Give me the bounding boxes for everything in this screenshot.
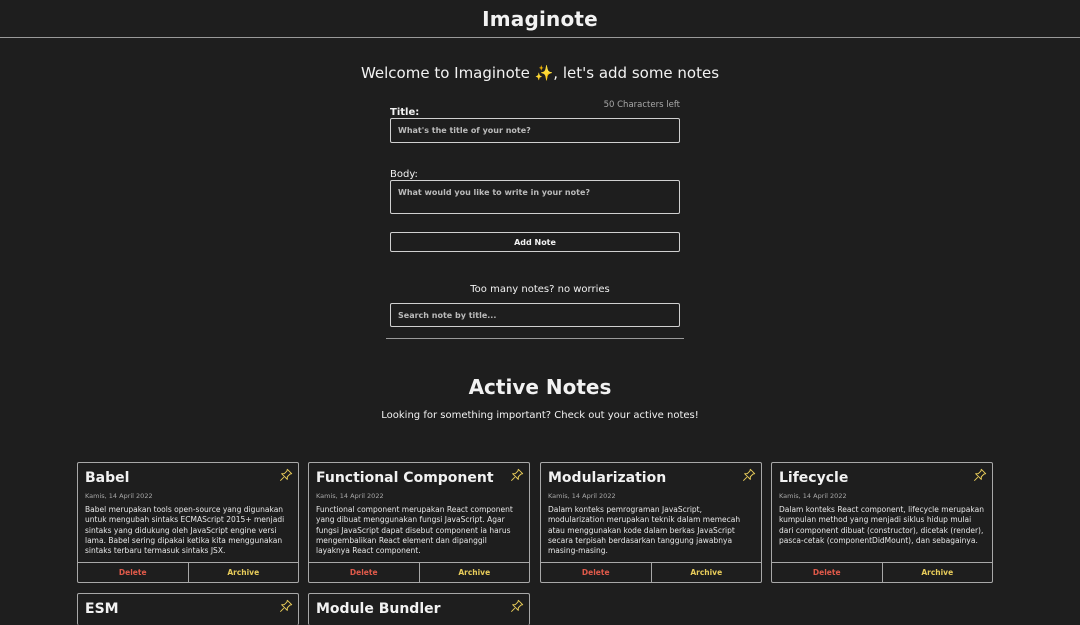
chars-left-counter: 50 Characters left — [603, 100, 680, 110]
note-card: Functional Component Kamis, 14 April 202… — [308, 462, 530, 583]
archive-button[interactable]: Archive — [652, 563, 762, 582]
note-actions: Delete Archive — [78, 562, 298, 582]
note-card: ESM — [77, 593, 299, 625]
note-actions: Delete Archive — [309, 562, 529, 582]
note-date: Kamis, 14 April 2022 — [548, 492, 616, 500]
note-actions: Delete Archive — [772, 562, 992, 582]
note-date: Kamis, 14 April 2022 — [85, 492, 153, 500]
note-body: Functional component merupakan React com… — [316, 505, 513, 556]
note-title-input[interactable] — [390, 118, 680, 143]
delete-button[interactable]: Delete — [541, 563, 652, 582]
welcome-text: Welcome to Imaginote ✨, let's add some n… — [360, 64, 720, 82]
body-label: Body: — [390, 169, 418, 180]
pin-icon[interactable] — [510, 468, 524, 482]
delete-button[interactable]: Delete — [772, 563, 883, 582]
pin-icon[interactable] — [279, 599, 293, 613]
body-label-row: Body: — [390, 162, 680, 181]
active-notes-subtitle: Looking for something important? Check o… — [381, 410, 699, 421]
note-date: Kamis, 14 April 2022 — [779, 492, 847, 500]
note-date: Kamis, 14 April 2022 — [316, 492, 384, 500]
pin-icon[interactable] — [510, 599, 524, 613]
delete-button[interactable]: Delete — [78, 563, 189, 582]
app-title: Imaginote — [482, 6, 598, 31]
pin-icon[interactable] — [973, 468, 987, 482]
section-divider — [386, 338, 684, 339]
note-title: Functional Component — [316, 470, 494, 486]
pin-icon[interactable] — [279, 468, 293, 482]
app-header: Imaginote — [0, 0, 1080, 38]
add-note-button[interactable]: Add Note — [390, 232, 680, 252]
note-title: Modularization — [548, 470, 667, 486]
delete-button[interactable]: Delete — [309, 563, 420, 582]
note-title: Babel — [85, 470, 130, 486]
title-label: Title: — [390, 107, 420, 118]
note-title: Module Bundler — [316, 601, 441, 617]
note-body: Dalam konteks React component, lifecycle… — [779, 505, 984, 545]
note-actions: Delete Archive — [541, 562, 761, 582]
note-card: Module Bundler — [308, 593, 530, 625]
note-body: Dalam konteks pemrograman JavaScript, mo… — [548, 505, 741, 556]
note-card: Babel Kamis, 14 April 2022 Babel merupak… — [77, 462, 299, 583]
note-title: Lifecycle — [779, 470, 849, 486]
archive-button[interactable]: Archive — [189, 563, 299, 582]
note-card: Lifecycle Kamis, 14 April 2022 Dalam kon… — [771, 462, 993, 583]
archive-button[interactable]: Archive — [883, 563, 993, 582]
pin-icon[interactable] — [742, 468, 756, 482]
search-input[interactable] — [390, 303, 680, 327]
note-body: Babel merupakan tools open-source yang d… — [85, 505, 285, 556]
note-title: ESM — [85, 601, 119, 617]
active-notes-title: Active Notes — [468, 375, 612, 399]
search-caption: Too many notes? no worries — [470, 284, 610, 295]
note-body-input[interactable] — [390, 180, 680, 214]
archive-button[interactable]: Archive — [420, 563, 530, 582]
title-label-row: Title: 50 Characters left — [390, 100, 680, 118]
note-card: Modularization Kamis, 14 April 2022 Dala… — [540, 462, 762, 583]
